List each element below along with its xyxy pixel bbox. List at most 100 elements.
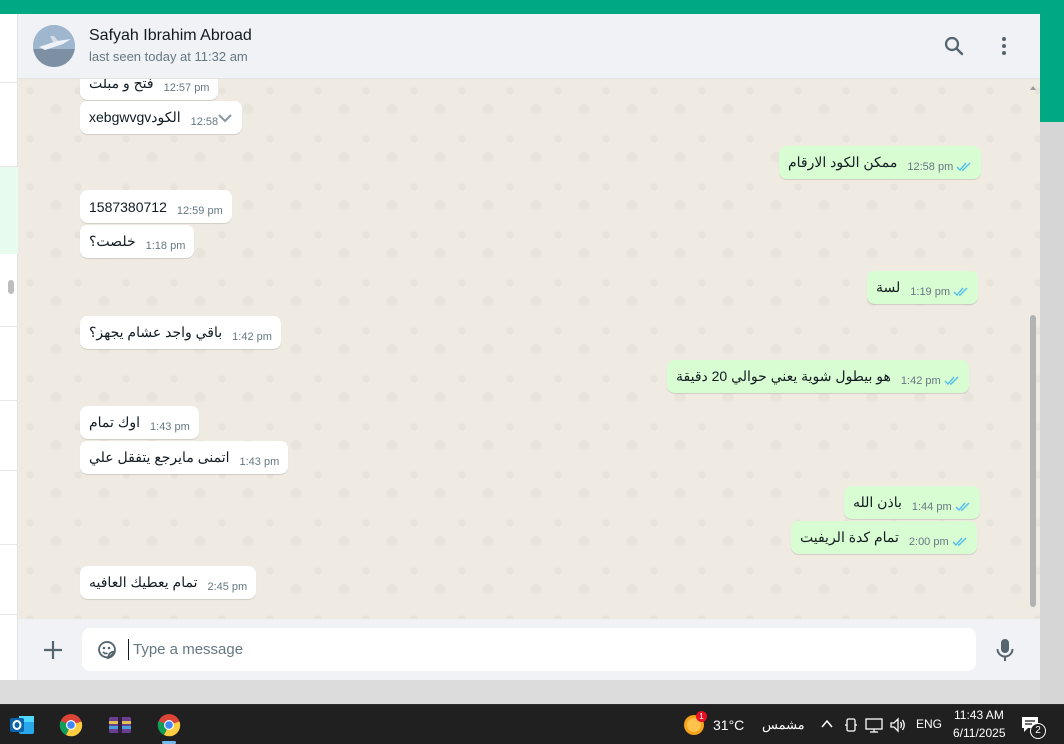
message-time: 1:42 pm: [232, 331, 272, 343]
message-time: 1:42 pm: [900, 375, 941, 387]
message-time: 12:58 pm: [907, 161, 954, 173]
message-in[interactable]: 1587380712 12:59 pm: [80, 190, 232, 223]
message-in[interactable]: خلصت؟ 1:18 pm: [80, 225, 195, 258]
message-out[interactable]: لسة 1:19 pm: [867, 271, 979, 304]
message-text: اوك تمام: [89, 414, 141, 430]
weather-alert-badge: 1: [696, 711, 707, 722]
taskbar: 1 31°C مشمس ENG 11:43 AM 6/11/2025 2: [0, 704, 1064, 744]
message-text: اتمنى مايرجع يتفقل علي: [89, 449, 230, 465]
message-in[interactable]: xebgwvgvالكود 12:58: [80, 101, 242, 134]
winrar-icon: [109, 717, 131, 733]
avatar[interactable]: [33, 25, 75, 67]
read-receipt-icon: [944, 376, 960, 386]
tray-volume-button[interactable]: [889, 717, 907, 733]
composer-bar: [18, 619, 1040, 680]
message-time: 1:19 pm: [910, 286, 951, 298]
chevron-down-icon[interactable]: [218, 110, 232, 128]
message-list[interactable]: فتح و مبلت 12:57 pm xebgwvgvالكود 12:58 …: [18, 79, 1040, 619]
window-right-band: [1040, 14, 1064, 122]
chrome-icon: [59, 714, 83, 737]
read-receipt-icon: [952, 537, 968, 547]
tray-overflow-button[interactable]: [820, 717, 834, 731]
message-scrollbar[interactable]: [1030, 84, 1036, 612]
divider: [0, 82, 18, 83]
tray-network-button[interactable]: [865, 717, 883, 733]
clock-time[interactable]: 11:43 AM: [954, 708, 1004, 722]
window-top-band: [0, 0, 1064, 14]
sticker-icon[interactable]: [95, 638, 119, 662]
message-input-box[interactable]: [82, 628, 976, 671]
weather-condition[interactable]: مشمس: [762, 717, 805, 733]
taskbar-app-winrar[interactable]: [104, 711, 136, 739]
message-in[interactable]: اوك تمام 1:43 pm: [80, 406, 199, 439]
last-seen-status: last seen today at 11:32 am: [89, 49, 248, 64]
scroll-up-icon[interactable]: [1030, 84, 1036, 92]
taskbar-app-chrome-active[interactable]: [153, 711, 185, 739]
chat-list-edge: [0, 14, 18, 680]
message-in[interactable]: اتمنى مايرجع يتفقل علي 1:43 pm: [80, 441, 289, 474]
weather-temperature[interactable]: 31°C: [713, 717, 744, 733]
message-time: 1:43 pm: [239, 456, 280, 468]
message-input[interactable]: [133, 636, 963, 663]
message-text: تمام كدة الريفيت: [800, 529, 899, 545]
chevron-up-icon: [821, 719, 833, 728]
message-text: تمام يعطيك العافيه: [89, 574, 198, 590]
message-text: باقي واجد عشام يجهز؟: [89, 324, 223, 340]
notification-count-badge: 2: [1030, 723, 1046, 739]
chat-header[interactable]: Safyah Ibrahim Abroad last seen today at…: [18, 14, 1040, 79]
device-icon: [845, 718, 857, 732]
message-out[interactable]: تمام كدة الريفيت 2:00 pm: [791, 521, 977, 554]
taskbar-app-outlook[interactable]: [6, 711, 38, 739]
message-out[interactable]: ممكن الكود الارقام 12:58 pm: [779, 146, 982, 179]
message-time: 12:59 pm: [176, 205, 223, 217]
notification-center-button[interactable]: 2: [1020, 715, 1046, 739]
menu-button[interactable]: [990, 32, 1018, 60]
input-language[interactable]: ENG: [916, 717, 942, 731]
read-receipt-icon: [955, 502, 971, 512]
read-receipt-icon: [956, 162, 972, 172]
attach-button[interactable]: [40, 637, 66, 663]
message-text: خلصت؟: [89, 233, 136, 249]
network-icon: [865, 718, 883, 733]
message-time: 2:00 pm: [908, 536, 949, 548]
search-icon: [944, 36, 964, 56]
taskbar-app-chrome[interactable]: [55, 711, 87, 739]
window-right-edge: [1040, 122, 1064, 704]
clock-date[interactable]: 6/11/2025: [953, 726, 1006, 740]
message-time: 12:58: [190, 116, 219, 128]
message-in[interactable]: تمام يعطيك العافيه 2:45 pm: [80, 566, 257, 599]
chat-panel: Safyah Ibrahim Abroad last seen today at…: [18, 14, 1040, 680]
message-out[interactable]: باذن الله 1:44 pm: [844, 486, 980, 519]
speaker-icon: [890, 717, 905, 733]
outlook-icon: [10, 716, 34, 734]
plus-icon: [44, 641, 62, 659]
message-time: 1:44 pm: [911, 501, 952, 513]
chrome-icon: [157, 714, 181, 737]
message-in[interactable]: باقي واجد عشام يجهز؟ 1:42 pm: [80, 316, 281, 349]
more-vertical-icon: [1002, 37, 1006, 55]
divider: [0, 326, 18, 327]
microphone-icon[interactable]: [993, 637, 1017, 663]
read-receipt-icon: [953, 287, 969, 297]
message-time: 1:43 pm: [150, 421, 190, 433]
weather-widget[interactable]: 1: [682, 711, 707, 737]
message-time: 2:45 pm: [207, 581, 248, 593]
message-in[interactable]: فتح و مبلت 12:57 pm: [80, 79, 219, 100]
chat-list-scroll-thumb[interactable]: [8, 280, 14, 294]
divider: [0, 166, 18, 167]
tray-device-button[interactable]: [844, 717, 858, 733]
search-button[interactable]: [940, 32, 968, 60]
message-text: ممكن الكود الارقام: [788, 154, 898, 170]
divider: [0, 544, 18, 545]
divider: [0, 400, 18, 401]
contact-name[interactable]: Safyah Ibrahim Abroad: [89, 27, 252, 45]
scroll-thumb[interactable]: [1030, 315, 1036, 607]
selected-chat-edge: [0, 166, 18, 254]
message-text: xebgwvgvالكود: [89, 109, 181, 125]
message-out[interactable]: هو بيطول شوية يعني حوالي 20 دقيقة 1:42 p…: [667, 360, 969, 393]
message-text: 1587380712: [89, 198, 167, 215]
message-text: هو بيطول شوية يعني حوالي 20 دقيقة: [676, 368, 891, 384]
divider: [0, 470, 18, 471]
message-text: لسة: [876, 279, 901, 295]
message-text: باذن الله: [853, 494, 902, 510]
